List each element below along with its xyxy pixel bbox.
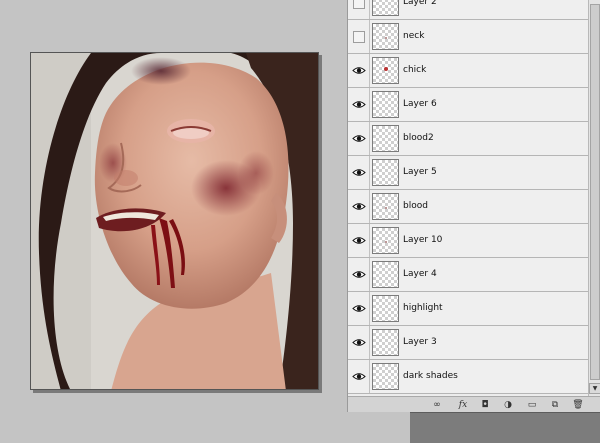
layer-name: Layer 5	[403, 167, 437, 177]
layer-name: Layer 6	[403, 99, 437, 109]
new-layer-icon[interactable]: ⧉	[549, 399, 561, 411]
layer-row[interactable]: chick	[348, 54, 588, 88]
eye-icon	[352, 305, 366, 312]
layer-row[interactable]: blood	[348, 190, 588, 224]
layer-name: highlight	[403, 303, 443, 313]
document-canvas[interactable]	[30, 52, 319, 390]
eye-icon	[352, 135, 366, 142]
thumbnail-mark	[385, 37, 387, 39]
layer-thumbnail[interactable]	[372, 57, 399, 84]
layer-row[interactable]: highlight	[348, 292, 588, 326]
layer-row[interactable]: Layer 5	[348, 156, 588, 190]
visibility-toggle[interactable]	[348, 258, 370, 291]
trash-icon[interactable]: 🗑	[572, 399, 584, 411]
panel-gap	[347, 412, 410, 443]
thumbnail-mark	[385, 207, 387, 209]
eye-icon	[352, 169, 366, 176]
link-icon[interactable]: ∞	[430, 399, 444, 411]
layer-name: Layer 3	[403, 337, 437, 347]
eye-icon	[352, 203, 366, 210]
visibility-toggle[interactable]	[348, 20, 370, 53]
layer-name: Layer 10	[403, 235, 443, 245]
layer-thumbnail[interactable]	[372, 193, 399, 220]
layers-list: Layer 2 neck chick Layer 6 blood2 Layer 5 bloo…	[348, 0, 588, 396]
hidden-checkbox-icon	[353, 0, 365, 9]
layers-panel: Layer 2 neck chick Layer 6 blood2 Layer 5 bloo…	[347, 0, 600, 412]
layer-name: blood	[403, 201, 428, 211]
layer-row[interactable]: Layer 6	[348, 88, 588, 122]
eye-icon	[352, 67, 366, 74]
visibility-toggle[interactable]	[348, 0, 370, 19]
scroll-down-arrow-icon[interactable]: ▼	[589, 383, 600, 394]
folder-icon[interactable]: ▭	[526, 399, 538, 411]
layer-name: neck	[403, 31, 425, 41]
layer-row[interactable]: neck	[348, 20, 588, 54]
fx-icon[interactable]: fx	[456, 399, 470, 411]
layer-thumbnail[interactable]	[372, 0, 399, 16]
layer-row[interactable]: Layer 4	[348, 258, 588, 292]
layer-thumbnail[interactable]	[372, 329, 399, 356]
application-background	[410, 412, 600, 443]
eye-icon	[352, 339, 366, 346]
eye-icon	[352, 373, 366, 380]
thumbnail-mark	[385, 241, 387, 243]
scrollbar-thumb[interactable]	[590, 4, 600, 380]
visibility-toggle[interactable]	[348, 360, 370, 393]
visibility-toggle[interactable]	[348, 224, 370, 257]
layer-thumbnail[interactable]	[372, 227, 399, 254]
layer-row[interactable]: dark shades	[348, 360, 588, 394]
layer-name: Layer 4	[403, 269, 437, 279]
visibility-toggle[interactable]	[348, 122, 370, 155]
layer-thumbnail[interactable]	[372, 23, 399, 50]
layer-row[interactable]: Layer 3	[348, 326, 588, 360]
layer-row[interactable]: Layer 2	[348, 0, 588, 20]
layer-thumbnail[interactable]	[372, 363, 399, 390]
eye-icon	[352, 237, 366, 244]
visibility-toggle[interactable]	[348, 88, 370, 121]
visibility-toggle[interactable]	[348, 54, 370, 87]
layer-name: dark shades	[403, 371, 458, 381]
layer-thumbnail[interactable]	[372, 91, 399, 118]
visibility-toggle[interactable]	[348, 190, 370, 223]
eye-icon	[352, 101, 366, 108]
hidden-checkbox-icon	[353, 31, 365, 43]
mask-icon[interactable]: ◘	[479, 399, 491, 411]
layer-thumbnail[interactable]	[372, 295, 399, 322]
layer-name: blood2	[403, 133, 434, 143]
portrait-image	[31, 53, 318, 389]
layer-thumbnail[interactable]	[372, 125, 399, 152]
layer-thumbnail[interactable]	[372, 261, 399, 288]
canvas-workspace	[0, 0, 347, 443]
layers-footer-toolbar: ∞ fx ◘ ◑ ▭ ⧉ 🗑	[348, 396, 600, 412]
visibility-toggle[interactable]	[348, 156, 370, 189]
layer-name: Layer 2	[403, 0, 437, 7]
adjustment-icon[interactable]: ◑	[502, 399, 514, 411]
layers-scrollbar[interactable]: ▼	[588, 0, 600, 396]
eye-icon	[352, 271, 366, 278]
layer-name: chick	[403, 65, 427, 75]
visibility-toggle[interactable]	[348, 292, 370, 325]
layer-row[interactable]: Layer 10	[348, 224, 588, 258]
layer-row[interactable]: blood2	[348, 122, 588, 156]
thumbnail-mark	[384, 67, 388, 71]
visibility-toggle[interactable]	[348, 326, 370, 359]
layer-thumbnail[interactable]	[372, 159, 399, 186]
